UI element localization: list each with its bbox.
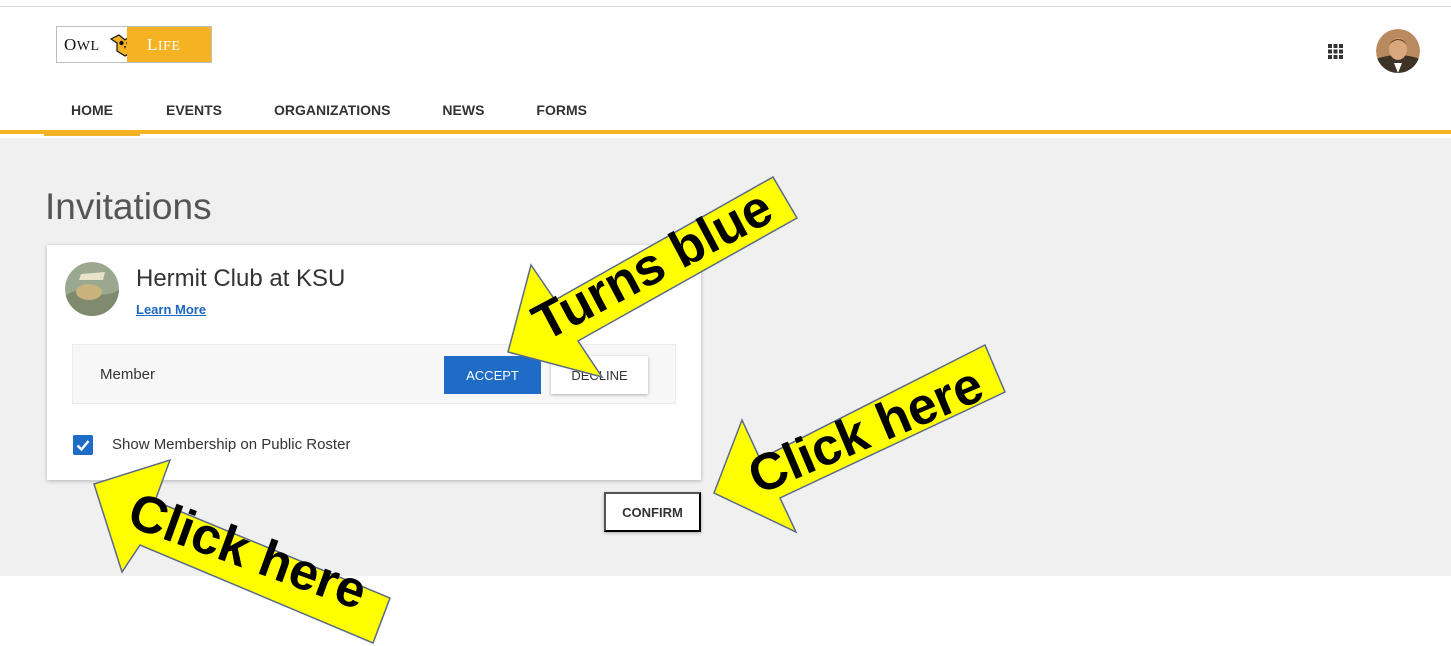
role-row: Member ACCEPT DECLINE bbox=[72, 344, 676, 404]
show-membership-label: Show Membership on Public Roster bbox=[112, 436, 351, 453]
role-label: Member bbox=[100, 366, 156, 383]
logo-life-section: LIFE bbox=[127, 27, 211, 62]
apps-grid-icon[interactable] bbox=[1328, 44, 1343, 59]
logo-owl-text: OWL bbox=[64, 35, 100, 54]
owl-life-logo[interactable]: OWL LIFE bbox=[56, 26, 212, 63]
main-content: Invitations Hermit Club at KSU Learn Mor… bbox=[0, 138, 1451, 576]
organization-avatar bbox=[65, 262, 119, 316]
logo-owl-section: OWL bbox=[57, 27, 141, 62]
organization-name: Hermit Club at KSU bbox=[136, 265, 346, 292]
show-membership-checkbox[interactable] bbox=[73, 435, 93, 455]
invitation-card: Hermit Club at KSU Learn More Member ACC… bbox=[47, 245, 701, 480]
user-avatar[interactable] bbox=[1376, 29, 1420, 73]
top-border bbox=[0, 0, 1451, 7]
logo-life-text: LIFE bbox=[147, 35, 181, 54]
learn-more-link[interactable]: Learn More bbox=[136, 302, 206, 317]
confirm-button[interactable]: CONFIRM bbox=[604, 492, 701, 532]
page-title: Invitations bbox=[45, 186, 212, 227]
accept-button[interactable]: ACCEPT bbox=[444, 356, 541, 394]
header: OWL LIFE HOME EVENTS ORGANIZATIONS NEWS … bbox=[0, 8, 1451, 136]
decline-button[interactable]: DECLINE bbox=[551, 356, 648, 394]
nav-underline bbox=[0, 130, 1451, 134]
